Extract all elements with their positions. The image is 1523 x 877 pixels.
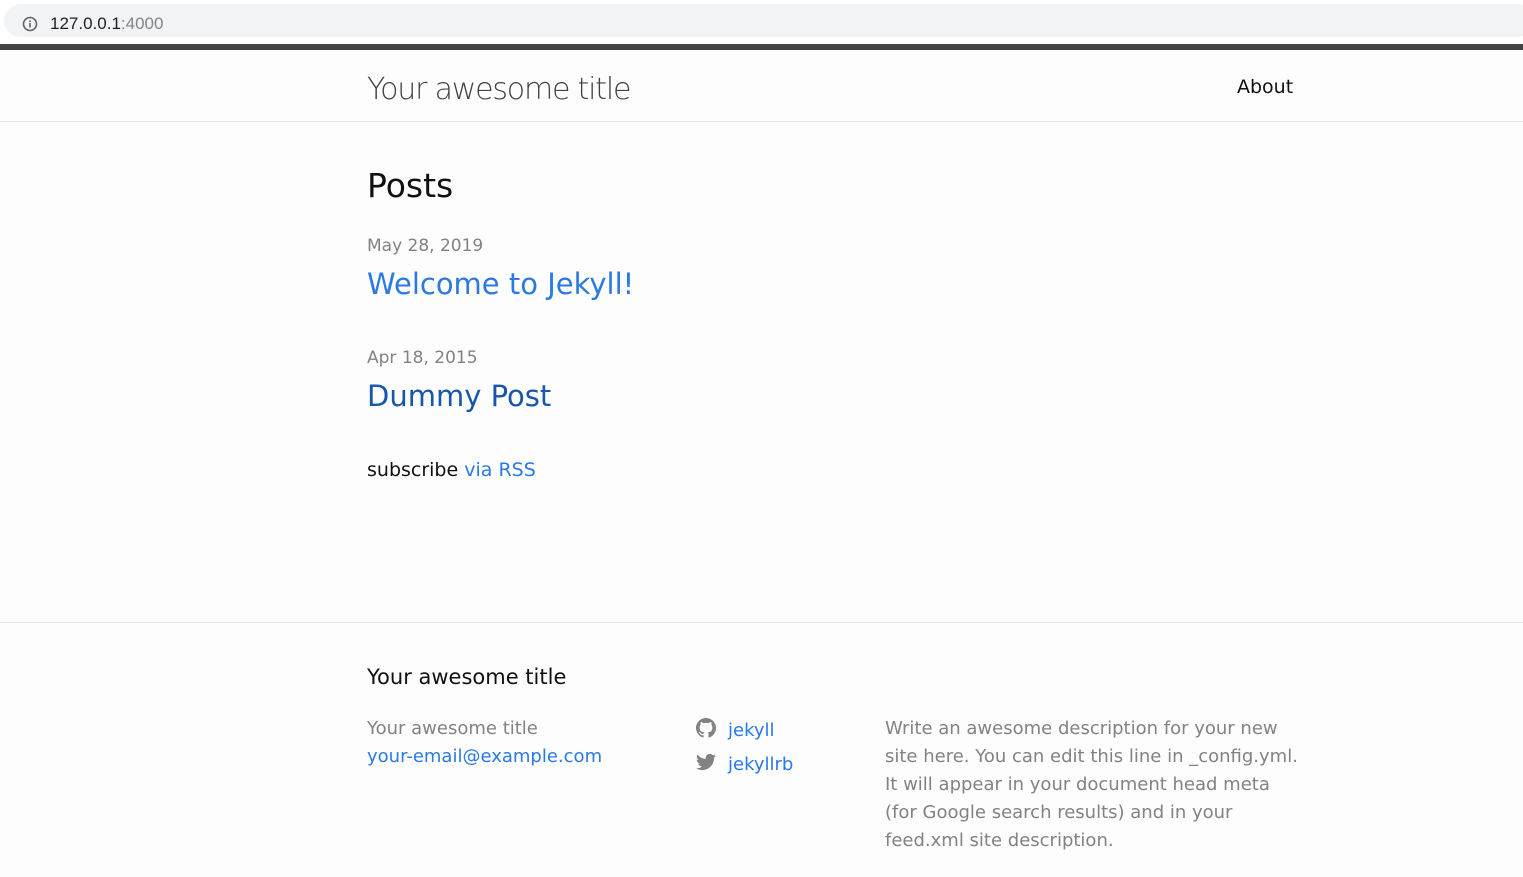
github-link[interactable]: jekyll [728, 720, 775, 741]
footer-heading: Your awesome title [367, 665, 567, 689]
subscribe-label: subscribe [367, 459, 459, 481]
social-github: jekyll [696, 713, 793, 747]
site-title-link[interactable]: Your awesome title [367, 72, 631, 107]
footer-email-link[interactable]: your-email@example.com [367, 743, 602, 771]
post-link-dummy[interactable]: Dummy Post [367, 379, 551, 413]
footer-contact: Your awesome title your-email@example.co… [367, 715, 602, 771]
info-icon[interactable] [22, 16, 38, 32]
twitter-icon[interactable] [695, 752, 716, 777]
site-description: Write an awesome description for your ne… [885, 718, 1298, 851]
rss-link[interactable]: via RSS [464, 459, 536, 481]
footer-social: jekyll jekyllrb [695, 713, 793, 781]
site-footer: Your awesome title Your awesome title yo… [0, 622, 1523, 877]
browser-toolbar: 127.0.0.1:4000 [0, 0, 1523, 44]
github-icon[interactable] [696, 717, 716, 743]
social-twitter: jekyllrb [695, 747, 793, 781]
post-date: Apr 18, 2015 [367, 348, 478, 368]
address-bar[interactable]: 127.0.0.1:4000 [4, 4, 1523, 37]
site-header: Your awesome title About [0, 44, 1523, 122]
footer-site-name: Your awesome title [367, 718, 538, 739]
page-heading: Posts [367, 166, 454, 205]
url-host: 127.0.0.1 [50, 14, 121, 33]
url-port: :4000 [120, 14, 164, 33]
post-date: May 28, 2019 [367, 236, 484, 256]
twitter-link[interactable]: jekyllrb [728, 754, 793, 775]
subscribe-text: subscribe via RSS [367, 459, 536, 481]
nav-about-link[interactable]: About [1237, 76, 1293, 98]
post-link-welcome[interactable]: Welcome to Jekyll! [367, 267, 634, 301]
url-text[interactable]: 127.0.0.1:4000 [50, 14, 163, 34]
